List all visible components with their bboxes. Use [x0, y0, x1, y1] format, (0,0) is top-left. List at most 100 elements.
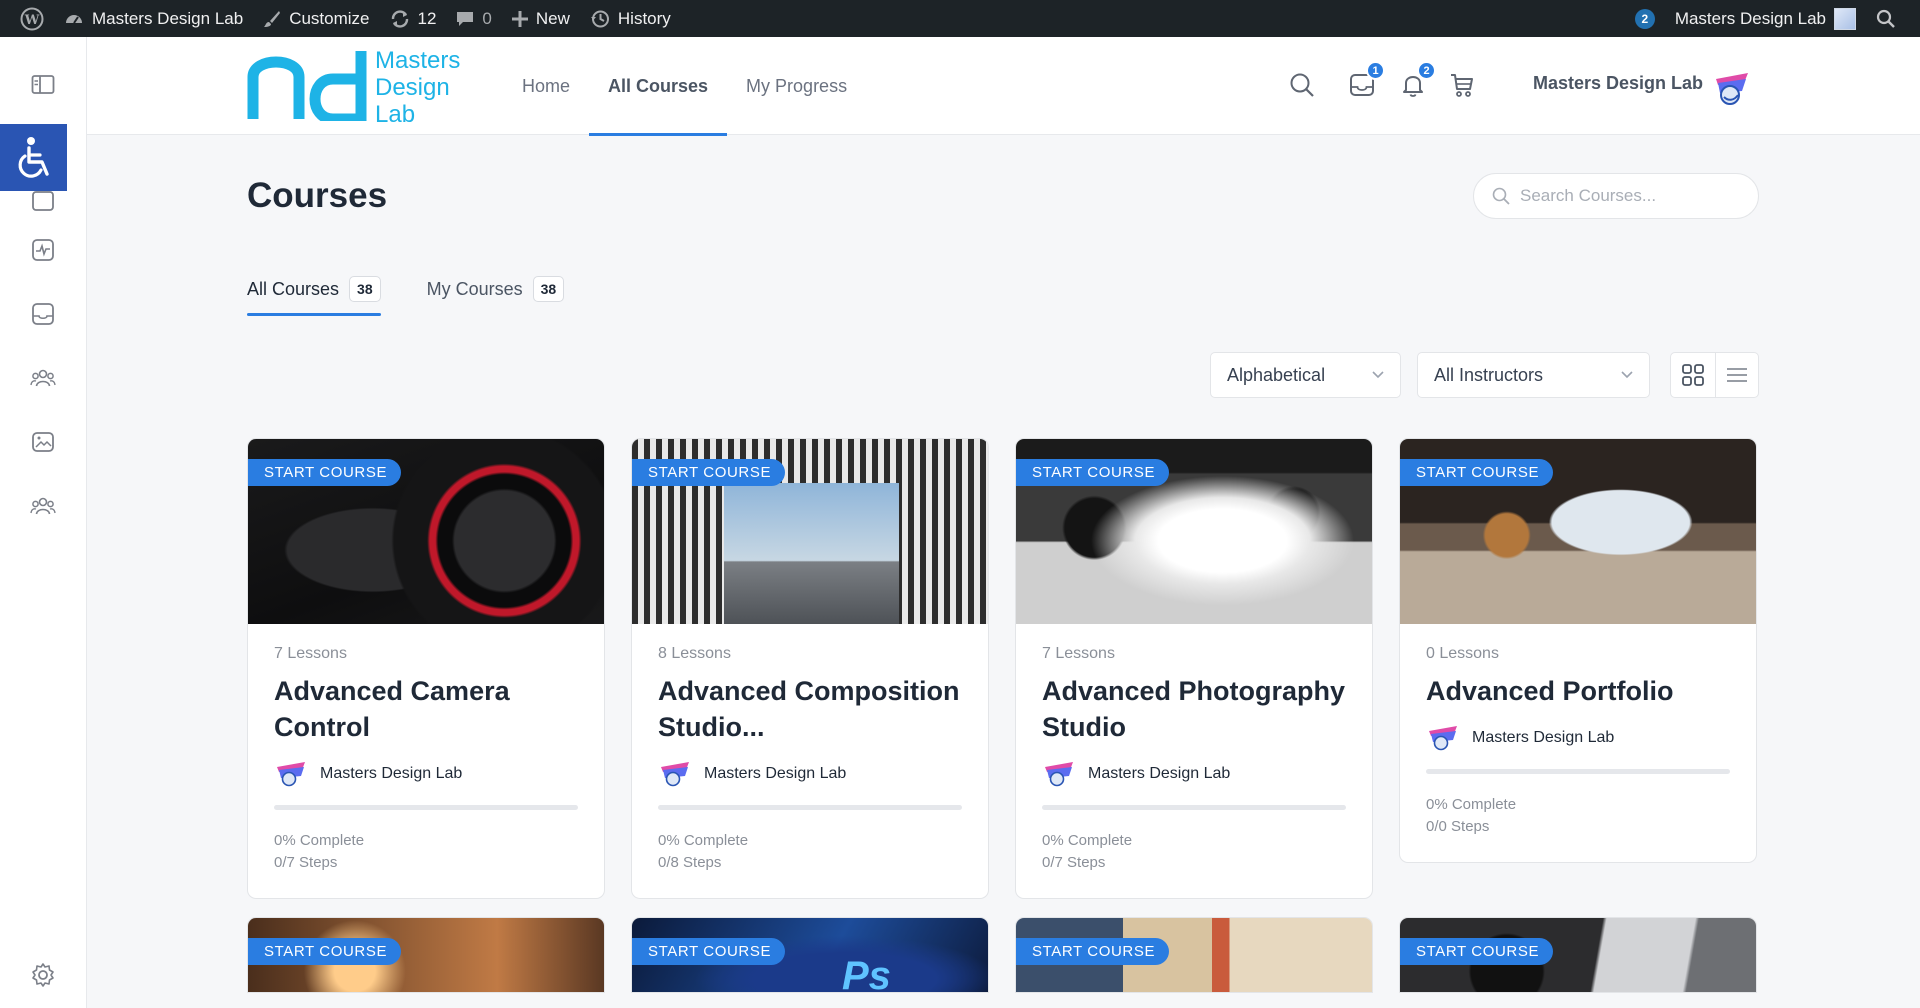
- user-avatar[interactable]: [1712, 71, 1752, 107]
- header-user-name[interactable]: Masters Design Lab: [1533, 73, 1703, 94]
- course-search-input[interactable]: [1520, 186, 1740, 206]
- start-course-badge[interactable]: START COURSE: [248, 459, 402, 486]
- dashboard-icon: [66, 14, 82, 24]
- author-name: Masters Design Lab: [1472, 729, 1615, 746]
- progress-bar: [1426, 769, 1730, 774]
- settings-gear-icon[interactable]: [28, 960, 58, 990]
- search-icon: [1876, 9, 1895, 28]
- instructor-select-value: All Instructors: [1434, 364, 1544, 385]
- course-thumbnail[interactable]: START COURSE: [248, 918, 604, 992]
- course-title[interactable]: Advanced Camera Control: [274, 673, 578, 745]
- order-select[interactable]: Alphabetical: [1210, 352, 1401, 398]
- grid-view-button[interactable]: [1671, 353, 1715, 397]
- new-content-link[interactable]: New: [502, 0, 580, 37]
- course-card[interactable]: START COURSE 7 Lessons Advanced Photogra…: [1015, 438, 1373, 899]
- course-card[interactable]: START COURSE: [1015, 917, 1373, 993]
- customize-label: Customize: [289, 8, 370, 28]
- sidebar-toggle-icon[interactable]: [28, 70, 58, 100]
- author-name: Masters Design Lab: [1088, 765, 1231, 782]
- course-thumbnail[interactable]: START COURSE: [1400, 918, 1756, 992]
- notifications-button[interactable]: 2: [1398, 61, 1436, 100]
- start-course-badge[interactable]: START COURSE: [632, 459, 786, 486]
- updates-link[interactable]: 12: [380, 0, 447, 37]
- course-card[interactable]: START COURSE 8 Lessons Advanced Composit…: [631, 438, 989, 899]
- course-author[interactable]: Masters Design Lab: [1426, 725, 1730, 751]
- my-account-link[interactable]: Masters Design Lab: [1665, 0, 1866, 37]
- lesson-count: 7 Lessons: [1042, 645, 1115, 662]
- photoshop-logo-text: Ps: [842, 954, 891, 993]
- author-avatar: [1429, 726, 1457, 751]
- course-thumbnail[interactable]: START COURSE: [632, 439, 988, 624]
- activity-icon[interactable]: [28, 235, 58, 265]
- lesson-count: 8 Lessons: [658, 645, 731, 662]
- updates-count: 12: [417, 8, 437, 28]
- accessibility-button[interactable]: [0, 124, 67, 191]
- nav-home[interactable]: Home: [503, 37, 589, 135]
- course-search[interactable]: [1473, 173, 1759, 219]
- course-card[interactable]: START COURSE 7 Lessons Advanced Camera C…: [247, 438, 605, 899]
- wordpress-logo-button[interactable]: W: [10, 0, 54, 37]
- course-author[interactable]: Masters Design Lab: [274, 761, 578, 787]
- messages-badge: 1: [1366, 61, 1385, 80]
- nav-my-progress[interactable]: My Progress: [727, 37, 866, 135]
- progress-steps: 0/0 Steps: [1426, 818, 1490, 835]
- course-thumbnail[interactable]: START COURSE: [1016, 918, 1372, 992]
- logo-line-3: Lab: [375, 101, 416, 128]
- history-link[interactable]: History: [580, 0, 681, 37]
- wordpress-icon: W: [20, 7, 44, 30]
- course-thumbnail[interactable]: START COURSE: [248, 439, 604, 624]
- start-course-badge[interactable]: START COURSE: [1016, 459, 1170, 486]
- comment-icon: [457, 11, 474, 26]
- new-label: New: [535, 8, 570, 28]
- cart-icon: [1451, 74, 1473, 97]
- course-title[interactable]: Advanced Composition Studio...: [658, 673, 962, 745]
- admin-bar: W Masters Design Lab Customize 12 0 New …: [0, 0, 1920, 37]
- course-title[interactable]: Advanced Portfolio: [1426, 673, 1730, 709]
- admin-notification-badge: 2: [1634, 8, 1655, 29]
- tab-my-courses[interactable]: My Courses 38: [427, 276, 565, 316]
- header-search-button[interactable]: [1287, 70, 1317, 100]
- course-card[interactable]: START COURSE: [1399, 917, 1757, 993]
- start-course-badge[interactable]: START COURSE: [1016, 938, 1170, 965]
- messages-button[interactable]: 1: [1347, 61, 1385, 100]
- tab-all-courses[interactable]: All Courses 38: [247, 276, 381, 316]
- comments-link[interactable]: 0: [446, 0, 501, 37]
- list-icon: [1726, 368, 1747, 382]
- site-logo[interactable]: Masters Design Lab: [247, 47, 460, 128]
- instructor-select[interactable]: All Instructors: [1417, 352, 1650, 398]
- start-course-badge[interactable]: START COURSE: [632, 938, 786, 965]
- course-card[interactable]: START COURSE: [247, 917, 605, 993]
- progress-steps: 0/7 Steps: [1042, 854, 1106, 871]
- list-view-button[interactable]: [1714, 353, 1759, 397]
- nav-all-courses[interactable]: All Courses: [589, 37, 728, 136]
- plus-icon: [511, 10, 528, 27]
- course-card[interactable]: START COURSE 0 Lessons Advanced Portfoli…: [1399, 438, 1757, 863]
- groups-icon[interactable]: [28, 491, 58, 521]
- history-icon: [590, 10, 609, 27]
- start-course-badge[interactable]: START COURSE: [1400, 938, 1554, 965]
- site-header: Masters Design Lab Home All Courses My P…: [87, 37, 1920, 136]
- start-course-badge[interactable]: START COURSE: [1400, 459, 1554, 486]
- cart-button[interactable]: [1447, 70, 1477, 100]
- course-author[interactable]: Masters Design Lab: [658, 761, 962, 787]
- inbox-icon[interactable]: [28, 299, 58, 329]
- start-course-badge[interactable]: START COURSE: [248, 938, 402, 965]
- course-title[interactable]: Advanced Photography Studio: [1042, 673, 1346, 745]
- course-thumbnail[interactable]: START COURSE Ps: [632, 918, 988, 993]
- members-icon[interactable]: [28, 363, 58, 393]
- progress-complete: 0% Complete: [1426, 796, 1517, 813]
- photos-icon[interactable]: [28, 427, 58, 457]
- course-card[interactable]: START COURSE Ps: [631, 917, 989, 993]
- customize-link[interactable]: Customize: [253, 0, 379, 37]
- admin-notifications[interactable]: 2: [1625, 0, 1665, 37]
- site-name-link[interactable]: Masters Design Lab: [54, 0, 253, 37]
- course-thumbnail[interactable]: START COURSE: [1016, 439, 1372, 624]
- course-author[interactable]: Masters Design Lab: [1042, 761, 1346, 787]
- course-thumbnail[interactable]: START COURSE: [1400, 439, 1756, 624]
- author-avatar: [661, 762, 689, 787]
- search-icon: [1492, 187, 1510, 205]
- md-logo-icon: [247, 51, 367, 121]
- account-name: Masters Design Lab: [1674, 8, 1826, 28]
- admin-search-button[interactable]: [1866, 0, 1906, 37]
- author-avatar: [277, 762, 305, 787]
